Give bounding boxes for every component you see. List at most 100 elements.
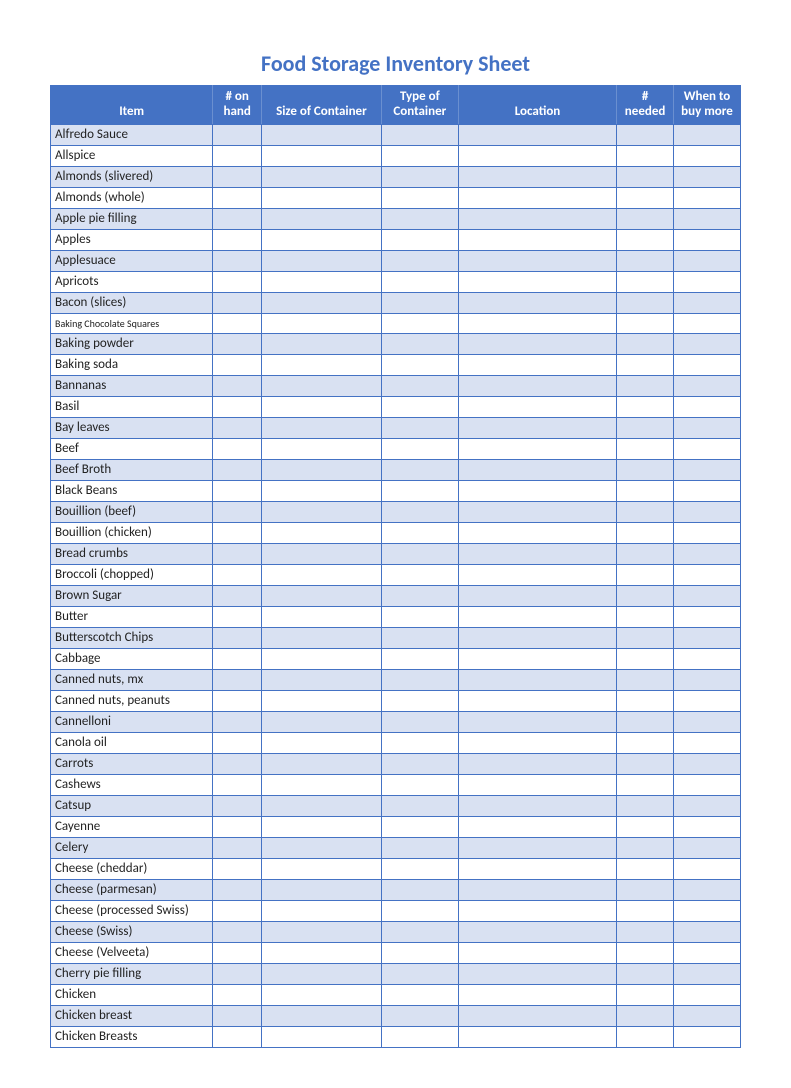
cell-when[interactable] bbox=[673, 564, 740, 585]
cell-on_hand[interactable] bbox=[213, 250, 262, 271]
cell-location[interactable] bbox=[458, 208, 616, 229]
cell-needed[interactable] bbox=[617, 271, 674, 292]
cell-type[interactable] bbox=[381, 166, 458, 187]
cell-type[interactable] bbox=[381, 271, 458, 292]
cell-type[interactable] bbox=[381, 921, 458, 942]
cell-size[interactable] bbox=[262, 1026, 382, 1047]
cell-size[interactable] bbox=[262, 795, 382, 816]
cell-type[interactable] bbox=[381, 753, 458, 774]
cell-on_hand[interactable] bbox=[213, 753, 262, 774]
cell-item[interactable]: Catsup bbox=[51, 795, 213, 816]
cell-type[interactable] bbox=[381, 606, 458, 627]
cell-location[interactable] bbox=[458, 690, 616, 711]
cell-needed[interactable] bbox=[617, 313, 674, 333]
cell-needed[interactable] bbox=[617, 921, 674, 942]
cell-size[interactable] bbox=[262, 648, 382, 669]
cell-location[interactable] bbox=[458, 145, 616, 166]
cell-when[interactable] bbox=[673, 208, 740, 229]
cell-type[interactable] bbox=[381, 648, 458, 669]
cell-size[interactable] bbox=[262, 1005, 382, 1026]
cell-size[interactable] bbox=[262, 774, 382, 795]
cell-item[interactable]: Chicken Breasts bbox=[51, 1026, 213, 1047]
cell-needed[interactable] bbox=[617, 942, 674, 963]
cell-needed[interactable] bbox=[617, 333, 674, 354]
cell-item[interactable]: Cherry pie filling bbox=[51, 963, 213, 984]
cell-size[interactable] bbox=[262, 313, 382, 333]
cell-location[interactable] bbox=[458, 229, 616, 250]
cell-on_hand[interactable] bbox=[213, 564, 262, 585]
cell-when[interactable] bbox=[673, 543, 740, 564]
cell-location[interactable] bbox=[458, 124, 616, 145]
cell-on_hand[interactable] bbox=[213, 774, 262, 795]
cell-size[interactable] bbox=[262, 187, 382, 208]
col-header-on-hand[interactable]: # on hand bbox=[213, 86, 262, 125]
cell-on_hand[interactable] bbox=[213, 271, 262, 292]
cell-size[interactable] bbox=[262, 900, 382, 921]
cell-when[interactable] bbox=[673, 879, 740, 900]
cell-type[interactable] bbox=[381, 816, 458, 837]
cell-on_hand[interactable] bbox=[213, 292, 262, 313]
cell-item[interactable]: Almonds (slivered) bbox=[51, 166, 213, 187]
cell-item[interactable]: Baking soda bbox=[51, 354, 213, 375]
cell-when[interactable] bbox=[673, 816, 740, 837]
cell-item[interactable]: Canned nuts, mx bbox=[51, 669, 213, 690]
cell-on_hand[interactable] bbox=[213, 732, 262, 753]
cell-size[interactable] bbox=[262, 459, 382, 480]
cell-size[interactable] bbox=[262, 963, 382, 984]
cell-item[interactable]: Apples bbox=[51, 229, 213, 250]
cell-when[interactable] bbox=[673, 627, 740, 648]
cell-needed[interactable] bbox=[617, 522, 674, 543]
cell-location[interactable] bbox=[458, 627, 616, 648]
cell-location[interactable] bbox=[458, 858, 616, 879]
cell-type[interactable] bbox=[381, 711, 458, 732]
cell-item[interactable]: Brown Sugar bbox=[51, 585, 213, 606]
cell-item[interactable]: Cayenne bbox=[51, 816, 213, 837]
col-header-location[interactable]: Location bbox=[458, 86, 616, 125]
cell-when[interactable] bbox=[673, 333, 740, 354]
cell-needed[interactable] bbox=[617, 124, 674, 145]
cell-when[interactable] bbox=[673, 501, 740, 522]
cell-size[interactable] bbox=[262, 732, 382, 753]
cell-item[interactable]: Chicken breast bbox=[51, 1005, 213, 1026]
cell-when[interactable] bbox=[673, 900, 740, 921]
cell-item[interactable]: Cheese (cheddar) bbox=[51, 858, 213, 879]
cell-location[interactable] bbox=[458, 166, 616, 187]
cell-size[interactable] bbox=[262, 858, 382, 879]
cell-size[interactable] bbox=[262, 229, 382, 250]
cell-on_hand[interactable] bbox=[213, 942, 262, 963]
cell-needed[interactable] bbox=[617, 963, 674, 984]
cell-needed[interactable] bbox=[617, 858, 674, 879]
cell-size[interactable] bbox=[262, 480, 382, 501]
cell-location[interactable] bbox=[458, 900, 616, 921]
cell-when[interactable] bbox=[673, 606, 740, 627]
cell-when[interactable] bbox=[673, 271, 740, 292]
cell-on_hand[interactable] bbox=[213, 208, 262, 229]
cell-type[interactable] bbox=[381, 459, 458, 480]
cell-when[interactable] bbox=[673, 837, 740, 858]
cell-item[interactable]: Cheese (processed Swiss) bbox=[51, 900, 213, 921]
cell-when[interactable] bbox=[673, 690, 740, 711]
cell-item[interactable]: Butterscotch Chips bbox=[51, 627, 213, 648]
cell-size[interactable] bbox=[262, 669, 382, 690]
cell-size[interactable] bbox=[262, 292, 382, 313]
cell-location[interactable] bbox=[458, 774, 616, 795]
cell-type[interactable] bbox=[381, 690, 458, 711]
cell-needed[interactable] bbox=[617, 606, 674, 627]
cell-when[interactable] bbox=[673, 417, 740, 438]
cell-type[interactable] bbox=[381, 627, 458, 648]
cell-on_hand[interactable] bbox=[213, 438, 262, 459]
cell-size[interactable] bbox=[262, 879, 382, 900]
cell-type[interactable] bbox=[381, 354, 458, 375]
cell-size[interactable] bbox=[262, 166, 382, 187]
cell-location[interactable] bbox=[458, 438, 616, 459]
col-header-when[interactable]: When to buy more bbox=[673, 86, 740, 125]
cell-item[interactable]: Bay leaves bbox=[51, 417, 213, 438]
cell-size[interactable] bbox=[262, 250, 382, 271]
cell-needed[interactable] bbox=[617, 648, 674, 669]
cell-location[interactable] bbox=[458, 942, 616, 963]
cell-location[interactable] bbox=[458, 250, 616, 271]
cell-needed[interactable] bbox=[617, 816, 674, 837]
cell-type[interactable] bbox=[381, 417, 458, 438]
cell-location[interactable] bbox=[458, 816, 616, 837]
cell-when[interactable] bbox=[673, 669, 740, 690]
